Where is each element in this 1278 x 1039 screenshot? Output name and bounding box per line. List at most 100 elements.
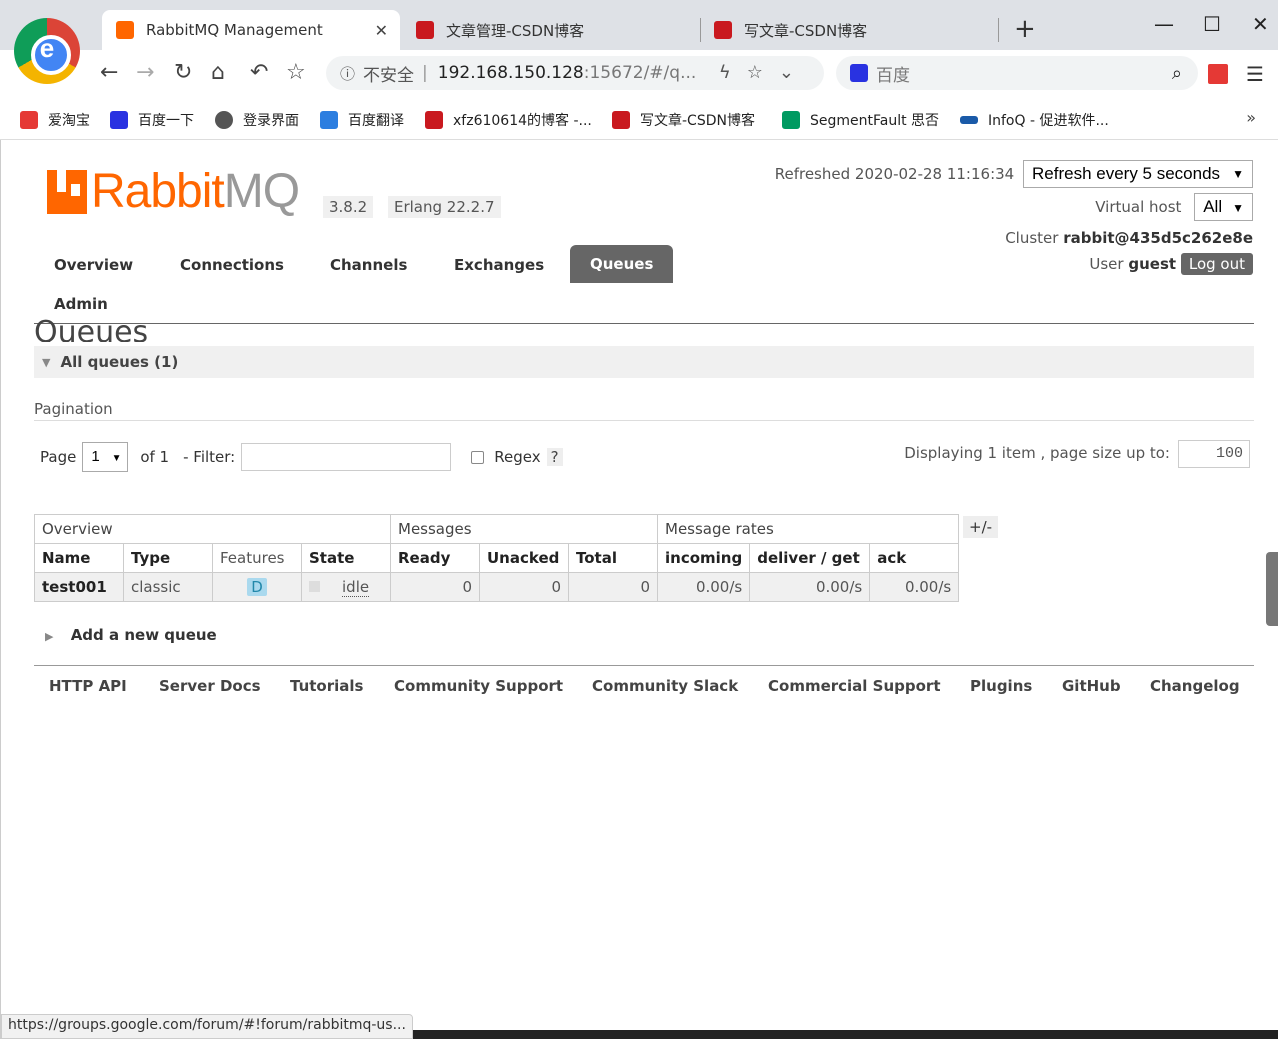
durable-badge: D <box>247 578 267 596</box>
forward-icon[interactable]: → <box>136 60 154 85</box>
footer-community-support[interactable]: Community Support <box>394 677 563 695</box>
bookmark-item[interactable]: SegmentFault 思否 <box>782 110 939 130</box>
logout-button[interactable]: Log out <box>1180 253 1253 275</box>
refresh-info: Refreshed 2020-02-28 11:16:34 Refresh ev… <box>775 160 1253 188</box>
queue-state: idle <box>301 572 391 602</box>
triangle-right-icon: ▶ <box>45 630 54 643</box>
queue-name-link[interactable]: test001 <box>34 572 124 602</box>
footer-plugins[interactable]: Plugins <box>970 677 1032 695</box>
bookmark-item[interactable]: 登录界面 <box>215 110 299 130</box>
table-row[interactable]: test001 classic D idle 0 0 0 0.00/s 0.00… <box>34 572 960 602</box>
regex-label: Regex <box>494 448 541 466</box>
col-name[interactable]: Name <box>34 543 124 573</box>
menu-icon[interactable]: ☰ <box>1246 62 1264 86</box>
all-queues-toggle[interactable]: ▼ All queues (1) <box>34 346 1254 378</box>
nav-connections[interactable]: Connections <box>180 256 284 274</box>
search-box[interactable]: 百度 ⌕ <box>836 56 1198 90</box>
pagination-divider <box>34 420 1254 421</box>
bookmark-item[interactable]: 写文章-CSDN博客 <box>612 110 755 130</box>
tab-csdn-write[interactable]: 写文章-CSDN博客 <box>700 10 996 50</box>
chevron-down-icon[interactable]: ⌄ <box>779 62 810 83</box>
regex-help-button[interactable]: ? <box>546 448 563 466</box>
col-ready[interactable]: Ready <box>390 543 480 573</box>
tab-title: 文章管理-CSDN博客 <box>446 21 585 40</box>
footer-github[interactable]: GitHub <box>1062 677 1121 695</box>
pdf-extension-icon[interactable] <box>1208 64 1228 84</box>
search-input[interactable]: 百度 <box>876 61 910 86</box>
rabbitmq-logo[interactable]: RabbitMQ <box>47 165 300 218</box>
page-size-input[interactable]: 100 <box>1178 440 1250 468</box>
table-header-row: Name Type Features State Ready Unacked T… <box>34 543 960 573</box>
minimize-icon[interactable]: — <box>1154 12 1174 36</box>
nav-admin[interactable]: Admin <box>54 295 108 313</box>
lightning-icon[interactable]: ϟ <box>719 62 747 83</box>
add-queue-toggle[interactable]: ▶ Add a new queue <box>45 626 217 644</box>
tab-separator <box>998 18 999 42</box>
footer-divider <box>34 665 1254 666</box>
home-icon[interactable]: ⌂ <box>211 60 225 85</box>
chevron-down-icon: ▼ <box>111 453 122 464</box>
csdn-icon <box>425 111 443 129</box>
bookmarks-more-icon[interactable]: » <box>1246 108 1256 127</box>
column-toggle-button[interactable]: +/- <box>963 516 999 538</box>
new-tab-icon[interactable]: + <box>1014 14 1036 44</box>
nav-exchanges[interactable]: Exchanges <box>454 256 544 274</box>
tab-title: RabbitMQ Management <box>146 21 323 39</box>
tab-csdn-manage[interactable]: 文章管理-CSDN博客 <box>402 10 698 50</box>
search-icon[interactable]: ⌕ <box>1172 63 1182 84</box>
address-divider: | <box>422 63 428 83</box>
cluster-label: Cluster <box>1005 229 1059 247</box>
col-type[interactable]: Type <box>123 543 213 573</box>
user-row: User guest Log out <box>1089 253 1253 275</box>
nav-queues[interactable]: Queues <box>570 245 674 283</box>
star-icon[interactable]: ☆ <box>747 62 779 83</box>
back-icon[interactable]: ← <box>100 60 118 85</box>
nav-overview[interactable]: Overview <box>54 256 133 274</box>
bookmark-item[interactable]: xfz610614的博客 -... <box>425 110 592 130</box>
footer-commercial-support[interactable]: Commercial Support <box>768 677 941 695</box>
logo-text: RabbitMQ <box>91 165 300 218</box>
chevron-down-icon: ▼ <box>1232 201 1244 215</box>
regex-checkbox[interactable] <box>471 450 485 464</box>
reload-icon[interactable]: ↻ <box>174 60 192 85</box>
csdn-favicon-icon <box>416 21 434 39</box>
bookmark-item[interactable]: 爱淘宝 <box>20 110 90 130</box>
bookmark-item[interactable]: 百度一下 <box>110 110 194 130</box>
vhost-select[interactable]: All ▼ <box>1194 193 1253 221</box>
footer-tutorials[interactable]: Tutorials <box>290 677 363 695</box>
table-group-row: Overview Messages Message rates <box>34 514 960 544</box>
state-indicator-icon <box>309 581 320 592</box>
col-state[interactable]: State <box>301 543 391 573</box>
tab-rabbitmq[interactable]: RabbitMQ Management ✕ <box>102 10 400 50</box>
footer-community-slack[interactable]: Community Slack <box>592 677 738 695</box>
col-deliver-get[interactable]: deliver / get <box>749 543 871 573</box>
undo-icon[interactable]: ↶ <box>250 60 268 85</box>
col-incoming[interactable]: incoming <box>656 543 751 573</box>
bookmark-item[interactable]: InfoQ - 促进软件... <box>960 110 1109 130</box>
nav-channels[interactable]: Channels <box>330 256 407 274</box>
of-pages-label: of 1 <box>140 448 170 466</box>
footer-http-api[interactable]: HTTP API <box>49 677 127 695</box>
footer-changelog[interactable]: Changelog <box>1150 677 1240 695</box>
displaying-label: Displaying 1 item , page size up to: <box>904 444 1170 462</box>
version-badge: 3.8.2 <box>323 196 374 218</box>
bookmark-star-icon[interactable]: ☆ <box>286 60 306 85</box>
maximize-icon[interactable]: ☐ <box>1203 12 1221 36</box>
translate-icon <box>320 111 338 129</box>
address-bar[interactable]: ⓘ 不安全 | 192.168.150.128:15672/#/q... ϟ☆⌄ <box>326 56 824 90</box>
footer-server-docs[interactable]: Server Docs <box>159 677 261 695</box>
side-handle[interactable] <box>1266 552 1278 626</box>
segmentfault-icon <box>782 111 800 129</box>
window-close-icon[interactable]: ✕ <box>1252 12 1269 36</box>
refresh-select[interactable]: Refresh every 5 seconds ▼ <box>1023 160 1253 188</box>
col-unacked[interactable]: Unacked <box>479 543 569 573</box>
tab-close-icon[interactable]: ✕ <box>375 21 388 40</box>
queue-deliver-get: 0.00/s <box>749 572 871 602</box>
info-icon[interactable]: ⓘ <box>340 63 355 84</box>
col-total[interactable]: Total <box>568 543 658 573</box>
col-ack[interactable]: ack <box>869 543 960 573</box>
filter-input[interactable] <box>241 443 452 471</box>
bookmark-item[interactable]: 百度翻译 <box>320 110 404 130</box>
cluster-name: rabbit@435d5c262e8e <box>1063 229 1253 247</box>
page-select[interactable]: 1 ▼ <box>82 442 129 472</box>
